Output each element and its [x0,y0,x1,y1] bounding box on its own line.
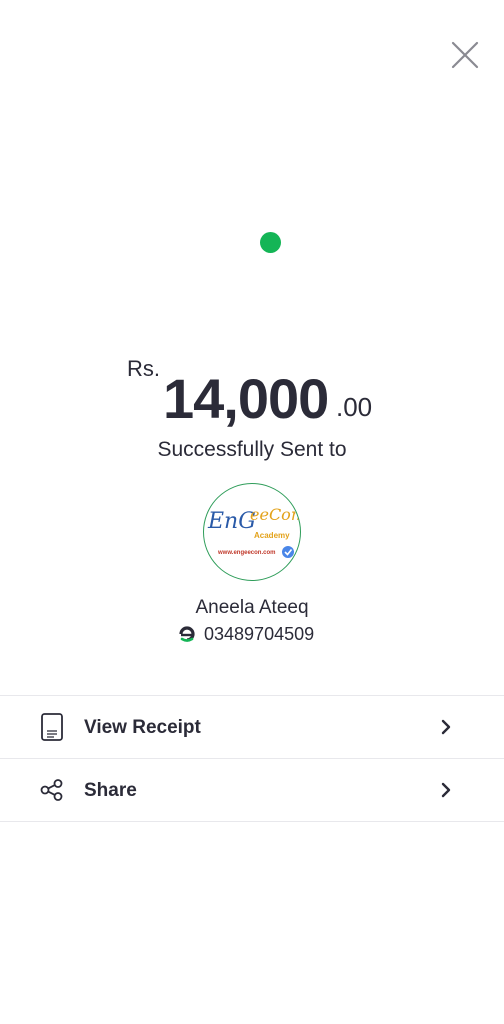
chevron-right-icon [441,782,451,798]
status-message: Successfully Sent to [157,438,347,461]
view-receipt-label: View Receipt [84,717,201,738]
share-button[interactable]: Share [0,759,504,821]
recipient-avatar: EnG eeCon Academy www.engeecon.com [203,483,301,581]
share-icon [40,779,63,801]
amount-whole: 14,000 [163,367,329,430]
currency-label: Rs. [127,356,160,381]
chevron-right-icon [441,719,451,735]
receipt-icon [41,713,63,741]
close-icon [451,41,479,69]
recipient-name: Aneela Ateeq [195,597,309,618]
share-label: Share [84,780,137,801]
svg-text:eeCon: eeCon [250,505,300,524]
status-indicator [260,232,281,253]
close-button[interactable] [450,40,480,70]
divider [0,695,504,696]
amount-decimal: .00 [336,392,373,422]
amount-display: Rs. 14,000 .00 [0,352,504,432]
view-receipt-button[interactable]: View Receipt [0,697,504,759]
engeecon-logo: EnG eeCon Academy www.engeecon.com [207,505,300,558]
svg-text:Academy: Academy [254,531,290,540]
easypaisa-icon [179,626,195,642]
svg-text:EnG: EnG [207,509,256,534]
recipient-phone: 03489704509 [178,623,314,645]
divider [0,821,504,822]
svg-text:www.engeecon.com: www.engeecon.com [217,550,275,556]
phone-number: 03489704509 [204,623,315,644]
